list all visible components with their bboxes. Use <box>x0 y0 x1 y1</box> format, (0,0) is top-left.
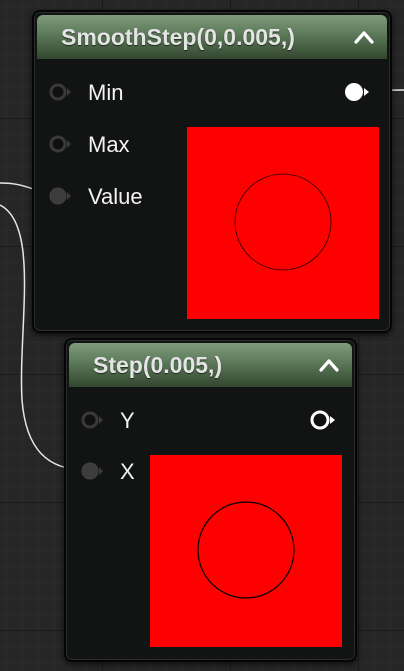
pin-icon[interactable] <box>80 461 104 481</box>
step-node-header[interactable]: Step(0.005,) <box>69 343 352 387</box>
pin-label-max: Max <box>88 132 130 157</box>
output-pin-icon[interactable] <box>342 80 372 104</box>
pin-label-x: X <box>120 459 135 484</box>
preview-circle <box>197 501 295 599</box>
pin-label-min: Min <box>88 80 124 105</box>
step-preview <box>150 455 342 647</box>
step-node-title: Step(0.005,) <box>93 352 223 378</box>
pin-label-y: Y <box>120 408 135 433</box>
step-node[interactable]: Step(0.005,) Y X <box>64 338 357 662</box>
collapse-icon[interactable] <box>318 357 340 373</box>
smoothstep-preview <box>187 127 379 319</box>
smoothstep-node-header[interactable]: SmoothStep(0,0.005,) <box>37 15 387 59</box>
output-pin-icon[interactable] <box>308 408 338 432</box>
pin-label-value: Value <box>88 184 143 209</box>
pin-icon[interactable] <box>80 410 104 430</box>
pin-icon[interactable] <box>48 82 72 102</box>
pin-icon[interactable] <box>48 134 72 154</box>
preview-circle <box>234 173 332 271</box>
smoothstep-node-title: SmoothStep(0,0.005,) <box>61 24 295 50</box>
smoothstep-node[interactable]: SmoothStep(0,0.005,) Min Max Value <box>32 10 392 333</box>
pin-icon[interactable] <box>48 186 72 206</box>
collapse-icon[interactable] <box>353 29 375 45</box>
